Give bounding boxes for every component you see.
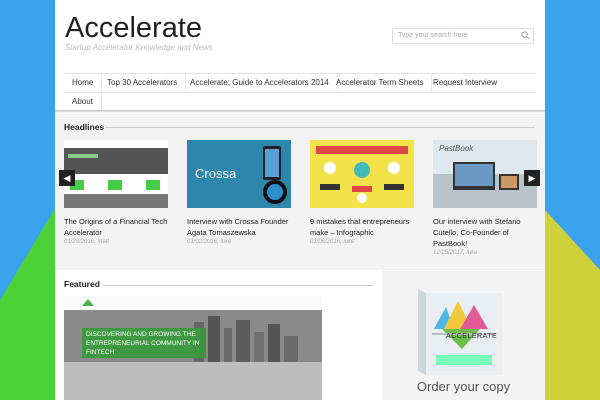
order-copy-text[interactable]: Order your copy <box>382 379 545 394</box>
headline-meta: 01/29/2016, Matt <box>64 239 110 245</box>
headline-title[interactable]: Our interview with Stefano Cutello, Co-F… <box>433 216 537 249</box>
headline-title[interactable]: The Origins of a Financial Tech Accelera… <box>64 216 168 238</box>
headline-card[interactable]: PastBook Our interview with Stefano Cute… <box>433 140 537 256</box>
headline-meta: 01/06/2016, luke <box>310 239 355 245</box>
headline-card[interactable]: The Origins of a Financial Tech Accelera… <box>64 140 168 245</box>
nav-guide-2014[interactable]: Accelerate: Guide to Accelerators 2014 <box>182 74 338 92</box>
headline-thumbnail[interactable] <box>310 140 414 208</box>
featured-banner-text: DISCOVERING AND GROWING THE ENTREPRENEUR… <box>86 331 200 356</box>
nav-request-interview[interactable]: Request Interview <box>425 74 505 92</box>
sidebar-book-promo[interactable]: ACCELERATE Order your copy <box>382 271 545 400</box>
headline-thumbnail[interactable]: Crossa <box>187 140 291 208</box>
site-title[interactable]: Accelerate <box>65 12 202 45</box>
main-nav: Home Top 30 Accelerators Accelerate: Gui… <box>64 73 536 111</box>
nav-term-sheets[interactable]: Accelerator Term Sheets <box>328 74 433 92</box>
nav-home[interactable]: Home <box>64 74 103 92</box>
thumb-brand-text: Crossa <box>195 166 237 181</box>
thumb-brand-text: PastBook <box>439 144 474 153</box>
headline-card[interactable]: Crossa Interview with Crossa Founder Aga… <box>187 140 291 245</box>
book-title: ACCELERATE <box>446 333 498 340</box>
slider-next-button[interactable]: ▶ <box>524 170 540 186</box>
nav-about[interactable]: About <box>64 93 102 111</box>
search-input[interactable]: Type your search here <box>392 28 534 44</box>
headline-title[interactable]: Interview with Crossa Founder Agata Toma… <box>187 216 291 238</box>
headline-thumbnail[interactable]: PastBook <box>433 140 537 208</box>
featured-image[interactable]: DISCOVERING AND GROWING THE ENTREPRENEUR… <box>64 296 322 400</box>
featured-heading: Featured <box>64 279 100 289</box>
headline-card[interactable]: 9 mistakes that entrepreneurs make – Inf… <box>310 140 414 245</box>
page-container: Accelerate Startup Accelerator Knowledge… <box>55 0 545 400</box>
headline-meta: 12/25/2017, luke <box>433 250 478 256</box>
nav-top-30[interactable]: Top 30 Accelerators <box>99 74 187 92</box>
site-tagline: Startup Accelerator Knowledge and News <box>65 43 213 52</box>
featured-rule <box>103 285 373 286</box>
headlines-heading: Headlines <box>64 122 105 132</box>
nav-shadow <box>55 110 545 113</box>
search-icon[interactable] <box>521 31 530 40</box>
slider-prev-button[interactable]: ◀ <box>59 170 75 186</box>
headlines-rule <box>105 127 535 128</box>
headline-thumbnail[interactable] <box>64 140 168 208</box>
headline-meta: 01/02/2016, luke <box>187 239 232 245</box>
headline-title[interactable]: 9 mistakes that entrepreneurs make – Inf… <box>310 216 414 238</box>
search-placeholder: Type your search here <box>398 32 468 39</box>
